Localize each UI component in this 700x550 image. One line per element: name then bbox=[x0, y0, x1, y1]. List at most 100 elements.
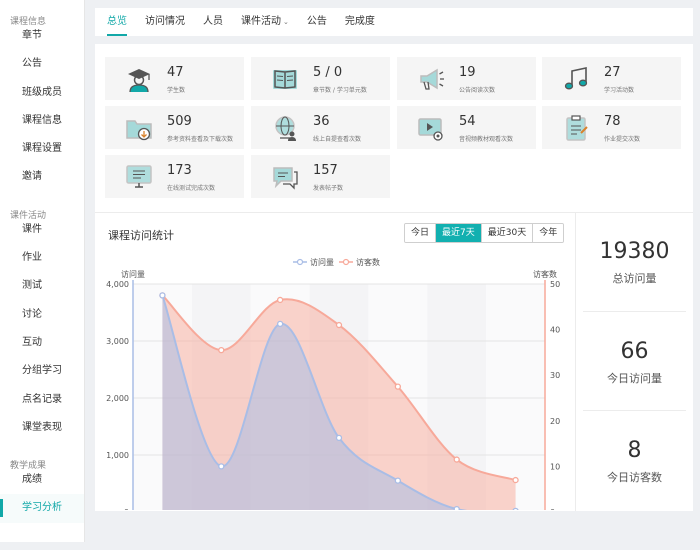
today-visitors-value: 8 bbox=[627, 438, 642, 463]
data-point bbox=[512, 476, 519, 484]
range-year-button[interactable]: 今年 bbox=[532, 224, 564, 242]
stat-card: 47 学生数 bbox=[105, 57, 244, 100]
stat-value: 19 bbox=[459, 65, 476, 80]
stat-value: 47 bbox=[167, 65, 184, 80]
megaphone-icon bbox=[420, 68, 444, 90]
sidebar-item[interactable]: 课堂表现 bbox=[0, 414, 84, 442]
book-icon bbox=[273, 70, 297, 89]
folder-download-icon bbox=[126, 120, 152, 141]
divider bbox=[583, 410, 686, 411]
today-visits: 66 今日访问量 bbox=[576, 319, 693, 419]
divider bbox=[583, 311, 686, 312]
tab-notices[interactable]: 公告 bbox=[307, 8, 327, 36]
monitor-test-icon bbox=[126, 165, 152, 188]
stat-label: 发表帖子数 bbox=[313, 185, 344, 192]
stat-value: 54 bbox=[459, 114, 476, 129]
tab-overview[interactable]: 总览 bbox=[107, 8, 127, 36]
range-30days-button[interactable]: 最近30天 bbox=[480, 224, 533, 242]
stat-label: 在线测试完成次数 bbox=[167, 185, 216, 192]
y-tick-label-left: 2,000 bbox=[106, 394, 129, 403]
y-tick-label-right: 50 bbox=[550, 280, 560, 289]
stat-card: 27 学习活动数 bbox=[542, 57, 681, 100]
stat-label: 学习活动数 bbox=[604, 87, 635, 94]
sidebar-item[interactable]: 学习分析 bbox=[0, 494, 84, 523]
total-visits-value: 19380 bbox=[599, 239, 670, 264]
y-axis-label-left: 访问量 bbox=[121, 269, 145, 279]
today-visitors-label: 今日访客数 bbox=[607, 471, 662, 484]
stat-label: 公告阅读次数 bbox=[459, 87, 496, 94]
data-point bbox=[394, 383, 402, 390]
sidebar-item[interactable]: 邀请 bbox=[0, 163, 84, 191]
total-visits-label: 总访问量 bbox=[612, 272, 657, 285]
data-point bbox=[453, 456, 460, 463]
legend-label: 访客数 bbox=[356, 257, 380, 267]
tab-people[interactable]: 人员 bbox=[203, 8, 223, 36]
y-tick-label-left: 1,000 bbox=[106, 451, 129, 460]
tab-completion[interactable]: 完成度 bbox=[345, 8, 375, 36]
sidebar-item[interactable]: 课程信息 bbox=[0, 107, 84, 135]
y-tick-label-right: 30 bbox=[550, 371, 560, 380]
sidebar-item[interactable]: 班级成员 bbox=[0, 79, 84, 107]
stat-value: 78 bbox=[604, 114, 621, 129]
tab-bar: 总览 访问情况 人员 课件活动 ⌄ 公告 完成度 bbox=[95, 8, 693, 36]
today-visitors: 8 今日访客数 bbox=[576, 418, 693, 518]
data-point bbox=[159, 292, 166, 299]
tab-visits[interactable]: 访问情况 bbox=[145, 8, 185, 36]
sidebar-item[interactable]: 点名记录 bbox=[0, 386, 84, 414]
y-tick-label-right: 20 bbox=[550, 417, 560, 426]
range-selector: 今日 最近7天 最近30天 今年 bbox=[404, 223, 565, 243]
stat-value: 36 bbox=[313, 114, 330, 129]
y-tick-label-left: 4,000 bbox=[106, 280, 129, 289]
video-icon bbox=[418, 118, 443, 141]
data-point bbox=[394, 477, 402, 484]
data-point bbox=[218, 346, 225, 354]
sidebar-item[interactable]: 互动 bbox=[0, 329, 84, 357]
globe-person-icon bbox=[275, 116, 296, 141]
sidebar-item[interactable]: 测试 bbox=[0, 272, 84, 300]
sidebar-item[interactable]: 分组学习 bbox=[0, 357, 84, 385]
sidebar-item[interactable]: 作业 bbox=[0, 244, 84, 272]
sidebar-item[interactable]: 公告 bbox=[0, 50, 84, 78]
visit-chart: 01,0002,0003,0004,00001020304050周二周三周四周五… bbox=[106, 257, 560, 510]
stat-label: 章节数 / 学习单元数 bbox=[313, 87, 367, 94]
legend-marker bbox=[342, 258, 350, 266]
stat-card: 173 在线测试完成次数 bbox=[105, 155, 244, 198]
stat-label: 作业提交次数 bbox=[604, 136, 641, 143]
tab-activities-label: 课件活动 bbox=[241, 16, 281, 27]
sidebar-item[interactable]: 课程设置 bbox=[0, 135, 84, 163]
divider bbox=[95, 212, 693, 213]
stat-value: 157 bbox=[313, 163, 338, 178]
stat-card: 19 公告阅读次数 bbox=[397, 57, 536, 100]
sidebar-item[interactable]: 成绩 bbox=[0, 466, 84, 494]
clipboard-icon bbox=[566, 115, 588, 141]
stat-label: 学生数 bbox=[167, 87, 186, 94]
chat-icon bbox=[273, 167, 298, 190]
y-tick-label-right: 10 bbox=[550, 462, 560, 471]
stat-label: 参考资料查看及下载次数 bbox=[167, 136, 234, 143]
stat-value: 5 / 0 bbox=[313, 65, 343, 80]
stat-card: 509 参考资料查看及下载次数 bbox=[105, 106, 244, 149]
y-tick-label-right: 40 bbox=[550, 326, 560, 335]
sidebar-item[interactable]: 课件 bbox=[0, 216, 84, 244]
data-point bbox=[276, 296, 284, 304]
chart-title: 课程访问统计 bbox=[108, 229, 174, 242]
sidebar-group-title: 课件活动 bbox=[10, 210, 47, 221]
data-point bbox=[218, 463, 225, 470]
stat-card: 54 音视频教材观看次数 bbox=[397, 106, 536, 149]
range-today-button[interactable]: 今日 bbox=[405, 224, 436, 242]
music-note-icon bbox=[564, 67, 588, 90]
y-tick-label-left: 3,000 bbox=[106, 337, 129, 346]
stat-value: 173 bbox=[167, 163, 192, 178]
data-point bbox=[335, 434, 343, 442]
stat-card: 78 作业提交次数 bbox=[542, 106, 681, 149]
today-visits-value: 66 bbox=[620, 339, 649, 364]
range-7days-button[interactable]: 最近7天 bbox=[435, 224, 481, 242]
stat-label: 音视频教材观看次数 bbox=[459, 136, 514, 143]
sidebar-item[interactable]: 讨论 bbox=[0, 301, 84, 329]
sidebar-item[interactable]: 章节 bbox=[0, 22, 84, 50]
tab-activities[interactable]: 课件活动 ⌄ bbox=[241, 8, 289, 36]
y-tick-label-left: 0 bbox=[124, 508, 129, 510]
stat-card: 157 发表帖子数 bbox=[251, 155, 390, 198]
today-visits-label: 今日访问量 bbox=[607, 372, 662, 385]
main-panel: 47 学生数 5 / 0 章节数 / 学习单元数 19 公告阅读次数 27 学习活动数 509 参… bbox=[95, 44, 693, 511]
